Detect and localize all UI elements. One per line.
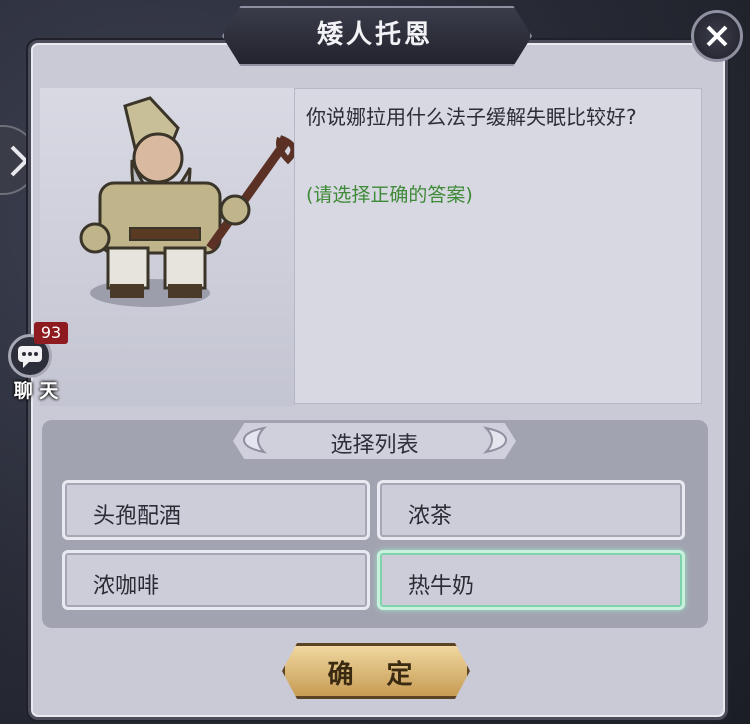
option-label: 浓茶 <box>408 504 453 529</box>
chat-unread-badge: 93 <box>34 322 68 344</box>
option-4-selected[interactable]: 热牛奶 <box>377 550 685 610</box>
options-header: 选择列表 <box>330 433 419 458</box>
hint-text: (请选择正确的答案) <box>306 184 473 206</box>
npc-stage <box>40 88 297 406</box>
chat-label: 聊 天 <box>13 380 59 402</box>
option-label: 热牛奶 <box>408 574 475 599</box>
dialog-title: 矮人托恩 <box>316 20 433 50</box>
option-label: 浓咖啡 <box>93 574 160 599</box>
header-ornament-right-icon <box>482 426 508 454</box>
option-3[interactable]: 浓咖啡 <box>62 550 370 610</box>
option-label: 头孢配酒 <box>93 504 182 529</box>
option-2[interactable]: 浓茶 <box>377 480 685 540</box>
option-1[interactable]: 头孢配酒 <box>62 480 370 540</box>
chat-button[interactable]: 93 聊 天 <box>4 322 68 402</box>
confirm-button-label: 确 定 <box>327 660 425 690</box>
header-ornament-left-icon <box>242 426 268 454</box>
question-text: 你说娜拉用什么法子缓解失眠比较好? <box>306 105 637 129</box>
dwarf-portrait <box>79 96 297 307</box>
close-button[interactable] <box>691 10 743 62</box>
close-icon <box>706 25 728 47</box>
